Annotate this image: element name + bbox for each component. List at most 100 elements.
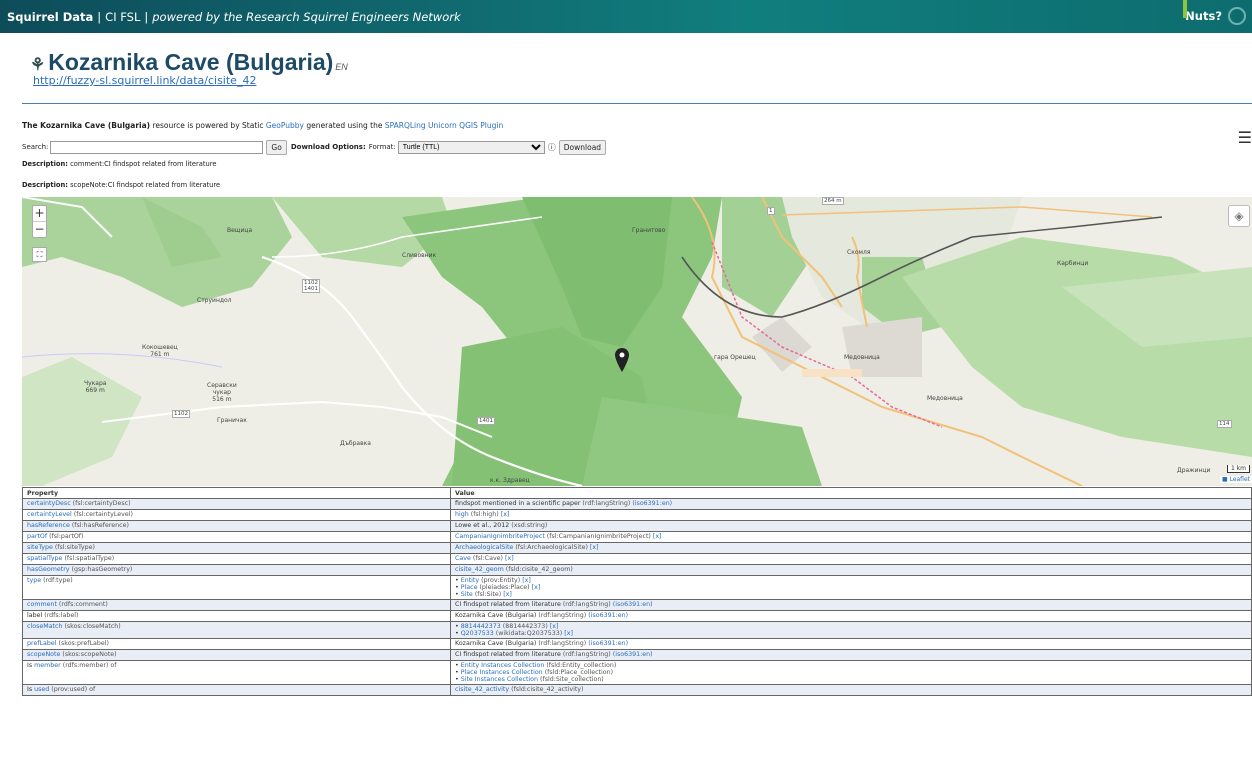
value-link[interactable]: Site Instances Collection bbox=[461, 676, 538, 683]
property-link[interactable]: partOf bbox=[27, 533, 47, 540]
language-link[interactable]: (iso6391:en) bbox=[588, 640, 628, 647]
language-tag: EN bbox=[335, 62, 348, 72]
map-tiles bbox=[22, 197, 1252, 486]
scale-label: 1 km bbox=[1226, 465, 1250, 473]
resolve-link[interactable]: [x] bbox=[564, 630, 573, 637]
value-link[interactable]: 8814442373 bbox=[461, 623, 501, 630]
property-link[interactable]: certaintyDesc bbox=[27, 500, 71, 507]
road-label: 1102 1401 bbox=[302, 279, 320, 293]
language-link[interactable]: (iso6391:en) bbox=[613, 601, 653, 608]
value-link[interactable]: Place bbox=[461, 584, 478, 591]
top-navbar: Squirrel Data | CI FSL | powered by the … bbox=[0, 0, 1252, 33]
property-link[interactable]: certaintyLevel bbox=[27, 511, 72, 518]
menu-icon[interactable]: ☰ bbox=[1238, 128, 1252, 147]
language-link[interactable]: (iso6391:en) bbox=[588, 612, 628, 619]
map-marker-icon[interactable] bbox=[615, 348, 629, 372]
resolve-link[interactable]: [x] bbox=[505, 555, 514, 562]
property-link[interactable]: scopeNote bbox=[27, 651, 60, 658]
property-link[interactable]: hasGeometry bbox=[27, 566, 70, 573]
road-label: 1102 bbox=[172, 410, 190, 418]
resolve-link[interactable]: [x] bbox=[503, 591, 512, 598]
zoom-in-button[interactable]: + bbox=[33, 206, 46, 221]
separator: | bbox=[97, 9, 102, 24]
value-type: (fsld:cisite_42_activity) bbox=[509, 686, 584, 693]
property-link[interactable]: spatialType bbox=[27, 555, 62, 562]
plugin-link[interactable]: SPARQLing Unicorn QGIS Plugin bbox=[385, 121, 503, 130]
language-link[interactable]: (iso6391:en) bbox=[613, 651, 653, 658]
property-qname: (rdfs:member) of bbox=[60, 662, 117, 669]
property-link[interactable]: siteType bbox=[27, 544, 53, 551]
property-cell: siteType (fsl:siteType) bbox=[22, 542, 451, 554]
nuts-link[interactable]: Nuts? bbox=[1185, 9, 1222, 23]
property-link[interactable]: used bbox=[34, 686, 49, 693]
list-item: Place Instances Collection (fsld:Place_c… bbox=[455, 669, 1247, 676]
project-link[interactable]: CI FSL bbox=[105, 10, 140, 24]
resolve-link[interactable]: [x] bbox=[550, 623, 559, 630]
resolve-link[interactable]: [x] bbox=[522, 577, 531, 584]
road-label: 264 m bbox=[822, 197, 844, 205]
table-row: Is member (rdfs:member) of Entity Instanc… bbox=[22, 660, 1252, 685]
property-link[interactable]: hasReference bbox=[27, 522, 70, 529]
list-item: Q2037533 (wikidata:Q2037533) [x] bbox=[455, 630, 1247, 637]
property-qname: (rdfs:label) bbox=[42, 612, 79, 619]
value-text: findspot mentioned in a scientific paper bbox=[455, 500, 581, 507]
property-link[interactable]: member bbox=[34, 662, 61, 669]
property-qname: (prov:used) of bbox=[49, 686, 96, 693]
nuts-icon[interactable] bbox=[1228, 7, 1246, 25]
go-button[interactable]: Go bbox=[266, 139, 287, 155]
table-row: partOf (fsl:partOf) CampanianIgnimbritePr… bbox=[22, 531, 1252, 543]
fullscreen-icon[interactable]: ⛶ bbox=[32, 247, 47, 262]
download-button[interactable]: Download bbox=[558, 139, 607, 155]
value-type: (rdf:langString) bbox=[536, 640, 589, 647]
map-place-label: Кокошевец 761 m bbox=[142, 344, 178, 358]
property-qname: (fsl:siteType) bbox=[52, 544, 95, 551]
intro-part: generated using the bbox=[303, 121, 385, 130]
value-list: Entity (prov:Entity) [x]Place (pleiades:… bbox=[455, 577, 1247, 598]
property-link[interactable]: closeMatch bbox=[27, 623, 62, 630]
intro-part: resource is powered by Static bbox=[150, 121, 266, 130]
property-qname: (fsl:partOf) bbox=[47, 533, 84, 540]
value-link[interactable]: Place Instances Collection bbox=[461, 669, 543, 676]
resolve-link[interactable]: [x] bbox=[532, 584, 541, 591]
property-link[interactable]: prefLabel bbox=[27, 640, 57, 647]
list-item: Site Instances Collection (fsld:Site_col… bbox=[455, 676, 1247, 683]
leaflet-link[interactable]: Leaflet bbox=[1230, 476, 1250, 483]
geopubby-link[interactable]: GeoPubby bbox=[266, 121, 304, 130]
value-link[interactable]: Entity bbox=[461, 577, 479, 584]
value-link[interactable]: Entity Instances Collection bbox=[461, 662, 545, 669]
format-select[interactable]: Turtle (TTL) bbox=[397, 140, 545, 154]
value-link[interactable]: high bbox=[455, 511, 469, 518]
search-input[interactable] bbox=[50, 140, 264, 154]
value-link[interactable]: Site bbox=[461, 591, 473, 598]
table-row: Is used (prov:used) of cisite_42_activity… bbox=[22, 684, 1252, 696]
layers-icon[interactable]: ◈ bbox=[1228, 205, 1250, 227]
value-link[interactable]: Cave bbox=[455, 555, 471, 562]
resolve-link[interactable]: [x] bbox=[501, 511, 510, 518]
property-cell: scopeNote (skos:scopeNote) bbox=[22, 649, 451, 661]
property-link[interactable]: type bbox=[27, 577, 41, 584]
table-row: certaintyLevel (fsl:certaintyLevel) high … bbox=[22, 509, 1252, 521]
list-item: Place (pleiades:Place) [x] bbox=[455, 584, 1247, 591]
resolve-link[interactable]: [x] bbox=[653, 533, 662, 540]
value-link[interactable]: cisite_42_activity bbox=[455, 686, 509, 693]
value-link[interactable]: CampanianIgnimbriteProject bbox=[455, 533, 545, 540]
language-link[interactable]: (iso6391:en) bbox=[632, 500, 672, 507]
resource-uri-link[interactable]: http://fuzzy-sl.squirrel.link/data/cisit… bbox=[33, 74, 256, 87]
value-type: (fsld:cisite_42_geom) bbox=[503, 566, 573, 573]
table-row: hasGeometry (gsp:hasGeometry) cisite_42_g… bbox=[22, 564, 1252, 576]
resolve-link[interactable]: [x] bbox=[590, 544, 599, 551]
road-label: 114 bbox=[1217, 420, 1232, 428]
brand-link[interactable]: Squirrel Data bbox=[7, 10, 93, 24]
value-link[interactable]: ArchaeologicalSite bbox=[455, 544, 513, 551]
road-label: 1 bbox=[767, 207, 775, 215]
map-view[interactable]: + − ⛶ ◈ Сливовник Струиндол Вещица Кокошеве… bbox=[22, 197, 1252, 486]
property-cell: closeMatch (skos:closeMatch) bbox=[22, 621, 451, 639]
map-attribution[interactable]: ■ Leaflet bbox=[1219, 476, 1252, 483]
value-type: (fsl:Cave) bbox=[470, 555, 506, 562]
zoom-out-button[interactable]: − bbox=[33, 221, 46, 237]
value-link[interactable]: Q2037533 bbox=[461, 630, 494, 637]
value-type: (fsld:Entity_collection) bbox=[544, 662, 617, 669]
property-link[interactable]: comment bbox=[27, 601, 57, 608]
value-link[interactable]: cisite_42_geom bbox=[455, 566, 504, 573]
info-icon[interactable]: ⓘ bbox=[548, 142, 556, 153]
